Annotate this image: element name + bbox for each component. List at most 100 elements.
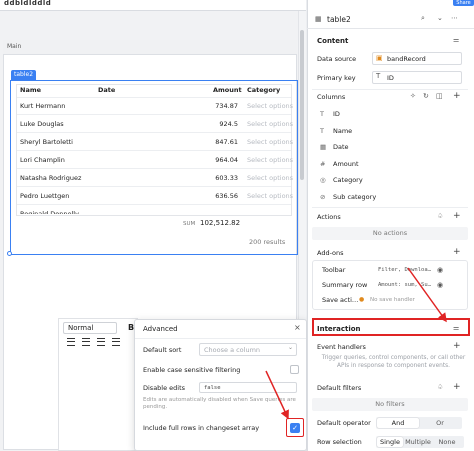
hint-icon[interactable]: ♤ — [437, 383, 443, 391]
close-icon[interactable]: × — [294, 323, 301, 332]
divider — [312, 89, 468, 90]
refresh-icon[interactable]: ↻ — [423, 92, 429, 100]
column-item-label: Name — [333, 126, 353, 135]
format-select[interactable]: Normal — [63, 322, 117, 334]
addon-toolbar-label[interactable]: Toolbar — [322, 266, 345, 274]
column-item[interactable]: ⊘ Sub category — [320, 193, 376, 201]
table-cell-name[interactable]: Luke Douglas — [20, 120, 64, 128]
no-filters-placeholder: No filters — [312, 398, 468, 411]
table-cell-category[interactable]: Select options — [247, 156, 293, 164]
table-cell-name[interactable]: Pedro Luettgen — [20, 192, 69, 200]
table-cell-category[interactable]: Select options — [247, 120, 293, 128]
summary-value: 102,512.82 — [200, 219, 241, 227]
column-item[interactable]: T ID — [320, 110, 340, 118]
outdent-icon[interactable] — [112, 338, 120, 346]
case-sensitive-label: Enable case sensitive filtering — [143, 366, 241, 374]
summary-label: SUM — [183, 221, 196, 227]
search-icon[interactable]: ⌕ — [421, 14, 425, 23]
header-divider — [17, 97, 291, 98]
column-item-label: Amount — [333, 159, 359, 168]
column-header-name[interactable]: Name — [20, 86, 41, 94]
settings-sliders-icon[interactable]: ⚌ — [453, 36, 459, 44]
primary-key-label: Primary key — [317, 74, 356, 82]
table-cell-amount[interactable]: 847.61 — [198, 138, 238, 146]
query-icon: ▣ — [376, 54, 383, 62]
indent-icon[interactable] — [97, 338, 105, 346]
table-cell-category[interactable]: Select options — [247, 174, 293, 182]
magic-icon[interactable]: ✧ — [410, 92, 416, 100]
visibility-icon[interactable]: ◉ — [437, 281, 443, 289]
operator-and-option[interactable]: And — [377, 418, 419, 428]
row-selection-single[interactable]: Single — [377, 437, 403, 447]
column-type-icon: T — [320, 126, 324, 135]
add-filter-button[interactable]: + — [453, 383, 461, 392]
disable-edits-label: Disable edits — [143, 384, 186, 392]
column-header-amount[interactable]: Amount — [213, 86, 242, 94]
highlight-box — [312, 318, 470, 336]
table-cell-amount[interactable]: 924.5 — [198, 120, 238, 128]
operator-or-option[interactable]: Or — [420, 418, 460, 428]
table-cell-amount[interactable]: 636.56 — [198, 192, 238, 200]
column-item-label: Category — [333, 176, 363, 184]
table-cell-name[interactable]: Natasha Rodriguez — [20, 174, 81, 182]
row-selection-multiple[interactable]: Multiple — [404, 437, 432, 447]
no-actions-placeholder: No actions — [312, 227, 468, 240]
table-cell-category[interactable]: Select options — [247, 138, 293, 146]
addon-toolbar-value[interactable]: Filter, Downloa… — [378, 267, 431, 273]
add-action-button[interactable]: + — [453, 212, 461, 221]
table-row-divider — [17, 114, 291, 115]
table-component-tag[interactable]: table2 — [11, 70, 37, 80]
column-header-date[interactable]: Date — [98, 86, 115, 94]
table-cell-category[interactable]: Select options — [247, 102, 293, 110]
table-cell-name[interactable]: Sheryl Bartoletti — [20, 138, 73, 146]
chevron-down-icon[interactable]: ⌄ — [437, 14, 443, 22]
column-item[interactable]: ◎ Category — [320, 176, 363, 184]
row-selection-label: Row selection — [317, 438, 362, 446]
main-frame-label: Main — [7, 43, 22, 50]
case-sensitive-checkbox[interactable] — [290, 365, 299, 374]
data-source-select[interactable]: bandRecord — [372, 52, 462, 65]
canvas-scrollbar-thumb[interactable] — [300, 30, 304, 180]
resize-handle[interactable] — [7, 251, 12, 256]
results-count: 200 results — [249, 238, 286, 246]
warning-icon: ● — [359, 296, 365, 303]
table-cell-category[interactable]: Select options — [247, 192, 293, 200]
column-item-label: Date — [333, 143, 349, 151]
content-section-title[interactable]: Content — [317, 37, 348, 45]
addons-label: Add-ons — [317, 249, 344, 257]
default-sort-select[interactable]: Choose a column — [199, 343, 297, 356]
add-event-handler-button[interactable]: + — [453, 342, 461, 351]
column-item-label: ID — [333, 110, 340, 118]
primary-key-select[interactable]: ID — [372, 71, 462, 84]
column-type-icon: ▦ — [320, 143, 327, 151]
bullet-list-icon[interactable] — [67, 338, 75, 346]
table-cell-name[interactable]: Lori Champlin — [20, 156, 65, 164]
column-item[interactable]: ▦ Date — [320, 143, 349, 151]
table-cell-amount[interactable]: 603.33 — [198, 174, 238, 182]
add-column-button[interactable]: + — [453, 92, 461, 101]
table-cell-amount[interactable]: 964.04 — [198, 156, 238, 164]
more-icon[interactable]: ⋯ — [451, 14, 458, 22]
table-row-divider — [17, 186, 291, 187]
layout-icon[interactable]: ◫ — [436, 92, 443, 100]
visibility-icon[interactable]: ◉ — [437, 266, 443, 274]
share-button[interactable]: Share — [453, 0, 474, 6]
add-addon-button[interactable]: + — [453, 248, 461, 257]
disable-edits-input[interactable]: false — [199, 382, 297, 393]
addon-summary-value[interactable]: Amount: sum, Su… — [378, 282, 431, 288]
table-cell-amount[interactable]: 734.87 — [198, 102, 238, 110]
advanced-title: Advanced — [143, 325, 178, 333]
hint-icon[interactable]: ♤ — [437, 212, 443, 220]
column-type-icon: T — [320, 110, 324, 118]
column-header-category[interactable]: Category — [247, 86, 280, 94]
addon-save-value[interactable]: No save handler — [370, 297, 415, 303]
row-selection-none[interactable]: None — [432, 437, 462, 447]
addon-save-label[interactable]: Save acti… — [322, 296, 358, 304]
table-cell-name[interactable]: Kurt Hermann — [20, 102, 65, 110]
component-name[interactable]: table2 — [327, 15, 351, 24]
column-item[interactable]: # Amount — [320, 160, 359, 168]
addon-summary-label[interactable]: Summary row — [322, 281, 367, 289]
default-filters-label: Default filters — [317, 384, 362, 392]
column-item[interactable]: T Name — [320, 127, 352, 135]
numbered-list-icon[interactable] — [82, 338, 90, 346]
